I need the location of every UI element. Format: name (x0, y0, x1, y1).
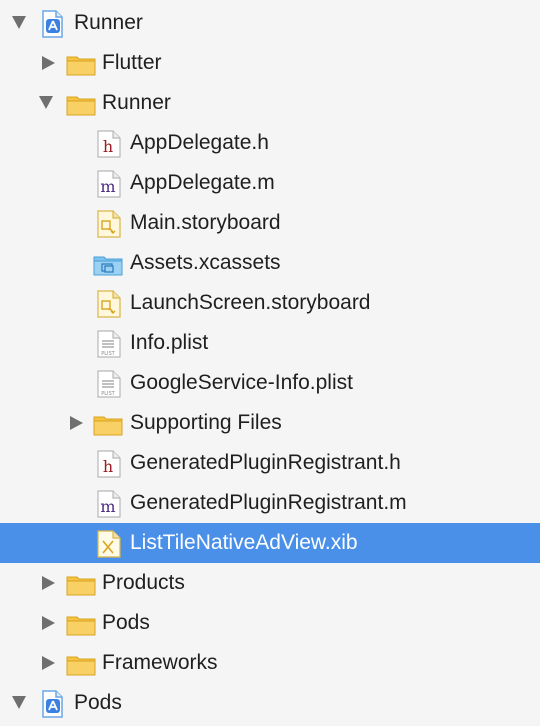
disclosure-triangle-expanded-icon[interactable] (12, 16, 26, 29)
tree-row-flutter[interactable]: Flutter (0, 43, 540, 83)
tree-row-label: AppDelegate.h (130, 131, 269, 154)
plist-file-icon: PLIST (96, 370, 124, 398)
plist-file-icon: PLIST (96, 330, 124, 358)
tree-row-info-plist[interactable]: PLIST Info.plist (0, 323, 540, 363)
project-navigator: Runner Flutter Runner h AppDelegate.h m … (0, 0, 540, 726)
disclosure-triangle-collapsed-icon[interactable] (42, 56, 55, 70)
tree-row-label: Supporting Files (130, 411, 282, 434)
tree-row-frameworks[interactable]: Frameworks (0, 643, 540, 683)
disclosure-triangle-collapsed-icon[interactable] (42, 656, 55, 670)
tree-row-label: Products (102, 571, 185, 594)
disclosure-triangle-expanded-icon[interactable] (39, 96, 53, 109)
tree-row-pods-group[interactable]: Pods (0, 603, 540, 643)
tree-row-runner-project[interactable]: Runner (0, 3, 540, 43)
asset-catalog-icon (93, 250, 123, 278)
header-file-icon: h (96, 130, 124, 158)
folder-icon (93, 410, 123, 438)
disclosure-triangle-collapsed-icon[interactable] (42, 576, 55, 590)
disclosure-triangle-collapsed-icon[interactable] (42, 616, 55, 630)
storyboard-file-icon (96, 210, 124, 238)
file-type-glyph: m (100, 497, 115, 516)
tree-row-label: Info.plist (130, 331, 209, 354)
tree-row-launchscreen-storyboard[interactable]: LaunchScreen.storyboard (0, 283, 540, 323)
xib-file-icon (96, 530, 124, 558)
tree-row-pods-project[interactable]: Pods (0, 683, 540, 723)
tree-row-label: Frameworks (102, 651, 218, 674)
storyboard-file-icon (96, 290, 124, 318)
file-type-glyph: m (100, 177, 115, 196)
tree-row-generatedpluginregistrant-h[interactable]: h GeneratedPluginRegistrant.h (0, 443, 540, 483)
tree-row-label: Runner (74, 11, 143, 34)
implementation-file-icon: m (96, 490, 124, 518)
header-file-icon: h (96, 450, 124, 478)
tree-row-label: AppDelegate.m (130, 171, 275, 194)
tree-row-googleservice-info-plist[interactable]: PLIST GoogleService-Info.plist (0, 363, 540, 403)
tree-row-label: GeneratedPluginRegistrant.h (130, 451, 401, 474)
tree-row-generatedpluginregistrant-m[interactable]: m GeneratedPluginRegistrant.m (0, 483, 540, 523)
file-type-glyph: PLIST (101, 351, 115, 357)
tree-row-label: Main.storyboard (130, 211, 281, 234)
tree-row-appdelegate-m[interactable]: m AppDelegate.m (0, 163, 540, 203)
disclosure-triangle-collapsed-icon[interactable] (70, 416, 83, 430)
tree-row-appdelegate-h[interactable]: h AppDelegate.h (0, 123, 540, 163)
tree-row-label: Runner (102, 91, 171, 114)
xcode-project-icon (38, 690, 66, 718)
file-type-glyph: PLIST (101, 391, 115, 397)
tree-row-label: Assets.xcassets (130, 251, 281, 274)
xcode-project-icon (38, 10, 66, 38)
folder-icon (66, 90, 96, 118)
file-type-glyph: h (103, 137, 113, 156)
folder-icon (66, 50, 96, 78)
tree-row-supporting-files[interactable]: Supporting Files (0, 403, 540, 443)
tree-row-label: ListTileNativeAdView.xib (130, 531, 358, 554)
tree-row-label: LaunchScreen.storyboard (130, 291, 371, 314)
disclosure-triangle-expanded-icon[interactable] (12, 696, 26, 709)
implementation-file-icon: m (96, 170, 124, 198)
folder-icon (66, 570, 96, 598)
file-type-glyph: h (103, 457, 113, 476)
tree-row-label: GoogleService-Info.plist (130, 371, 353, 394)
tree-row-label: GeneratedPluginRegistrant.m (130, 491, 407, 514)
tree-row-main-storyboard[interactable]: Main.storyboard (0, 203, 540, 243)
folder-icon (66, 650, 96, 678)
tree-row-label: Pods (102, 611, 150, 634)
tree-row-label: Pods (74, 691, 122, 714)
tree-row-listtilenativeadview-xib[interactable]: ListTileNativeAdView.xib (0, 523, 540, 563)
tree-row-products[interactable]: Products (0, 563, 540, 603)
folder-icon (66, 610, 96, 638)
tree-row-runner-group[interactable]: Runner (0, 83, 540, 123)
tree-row-label: Flutter (102, 51, 162, 74)
tree-row-assets-xcassets[interactable]: Assets.xcassets (0, 243, 540, 283)
